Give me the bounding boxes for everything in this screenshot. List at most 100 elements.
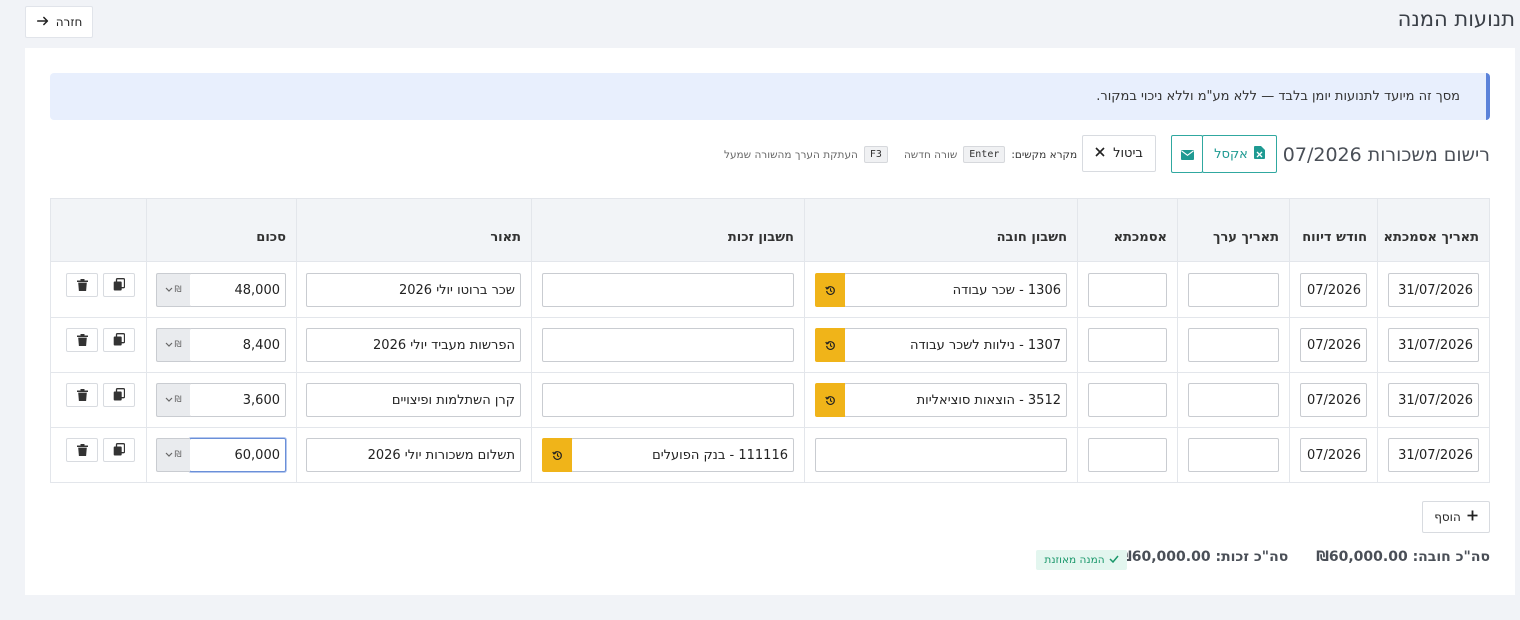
chevron-down-icon [165, 340, 173, 350]
shortcuts-title: מקרא מקשים: [1011, 148, 1078, 161]
currency-select[interactable]: ₪ [156, 383, 190, 417]
excel-export-button[interactable]: אקסל [1202, 135, 1277, 173]
description-field[interactable]: תשלום משכורות יולי 2026 [306, 438, 521, 472]
envelope-icon [1180, 145, 1194, 164]
currency-symbol: ₪ [174, 285, 182, 295]
file-excel-icon [1253, 145, 1265, 163]
header-value-date: תאריך ערך [1212, 230, 1279, 245]
reference-field[interactable] [1088, 273, 1167, 307]
value-date-field[interactable] [1188, 438, 1279, 472]
header-debit: חשבון חובה [996, 230, 1067, 245]
history-icon [824, 336, 836, 355]
copy-row-button[interactable] [103, 328, 135, 352]
doc-date-field[interactable]: 31/07/2026 [1388, 328, 1479, 362]
amount-field[interactable]: 60,000 [189, 438, 286, 472]
reference-field[interactable] [1088, 383, 1167, 417]
email-button[interactable] [1171, 135, 1203, 173]
credit-account-field[interactable] [542, 328, 794, 362]
cancel-label: ביטול [1113, 146, 1143, 161]
debit-lookup-button[interactable] [815, 273, 845, 307]
add-row-button[interactable]: הוסף [1422, 501, 1490, 533]
currency-select[interactable]: ₪ [156, 328, 190, 362]
copy-icon [113, 441, 126, 460]
debit-account-field[interactable] [815, 438, 1067, 472]
copy-icon [113, 276, 126, 295]
arrow-right-icon [36, 14, 50, 31]
amount-field[interactable]: 8,400 [189, 328, 286, 362]
header-doc-date: תאריך אסמכתא [1383, 230, 1479, 245]
currency-select[interactable]: ₪ [156, 273, 190, 307]
shortcut-new-row-label: שורה חדשה [903, 148, 958, 161]
total-debit: סה"כ חובה: ₪60,000.00 [1316, 549, 1490, 565]
currency-select[interactable]: ₪ [156, 438, 190, 472]
description-field[interactable]: קרן השתלמות ופיצויים [306, 383, 521, 417]
check-icon [1109, 554, 1119, 566]
debit-account-field[interactable]: 1307 - נילוות לשכר עבודה [844, 328, 1067, 362]
delete-row-button[interactable] [66, 328, 98, 352]
copy-row-button[interactable] [103, 438, 135, 462]
history-icon [824, 391, 836, 410]
total-credit-value: ₪60,000.00 [1119, 549, 1211, 565]
header-credit: חשבון זכות [727, 230, 794, 245]
doc-date-field[interactable]: 31/07/2026 [1388, 273, 1479, 307]
back-label: חזרה [55, 15, 83, 29]
delete-row-button[interactable] [66, 438, 98, 462]
delete-row-button[interactable] [66, 383, 98, 407]
balanced-label: המנה מאוזנת [1044, 554, 1105, 566]
header-reference: אסמכתא [1113, 230, 1167, 245]
back-button[interactable]: חזרה [25, 6, 93, 38]
doc-date-field[interactable]: 31/07/2026 [1388, 383, 1479, 417]
debit-account-field[interactable]: 1306 - שכר עבודה [844, 273, 1067, 307]
shortcut-key-f3: F3 [863, 146, 888, 163]
credit-account-field[interactable] [542, 383, 794, 417]
copy-icon [113, 386, 126, 405]
value-date-field[interactable] [1188, 328, 1279, 362]
trash-icon [76, 276, 88, 295]
trash-icon [76, 386, 88, 405]
chevron-down-icon [165, 395, 173, 405]
main-card: מסך זה מיועד לתנועות יומן בלבד — ללא מע"… [25, 48, 1515, 595]
currency-symbol: ₪ [174, 450, 182, 460]
cancel-button[interactable]: ביטול [1082, 135, 1156, 172]
period-field[interactable]: 07/2026 [1300, 383, 1367, 417]
history-icon [824, 281, 836, 300]
debit-account-field[interactable]: 3512 - הוצאות סוציאליות [844, 383, 1067, 417]
period-field[interactable]: 07/2026 [1300, 328, 1367, 362]
amount-field[interactable]: 48,000 [189, 273, 286, 307]
reference-field[interactable] [1088, 328, 1167, 362]
shortcut-copy-label: העתקת הערך מהשורה שמעל [724, 148, 858, 161]
header-description: תאור [490, 230, 521, 245]
credit-account-field[interactable]: 111116 - בנק הפועלים [571, 438, 794, 472]
description-field[interactable]: שכר ברוטו יולי 2026 [306, 273, 521, 307]
debit-lookup-button[interactable] [815, 328, 845, 362]
reference-field[interactable] [1088, 438, 1167, 472]
period-field[interactable]: 07/2026 [1300, 273, 1367, 307]
trash-icon [76, 441, 88, 460]
amount-field[interactable]: 3,600 [189, 383, 286, 417]
close-icon [1095, 146, 1105, 161]
total-credit-label: סה"כ זכות: [1215, 549, 1289, 565]
entries-table: תאריך אסמכתא חודש דיווח תאריך ערך אסמכתא… [50, 198, 1490, 483]
period-field[interactable]: 07/2026 [1300, 438, 1367, 472]
copy-row-button[interactable] [103, 273, 135, 297]
doc-date-field[interactable]: 31/07/2026 [1388, 438, 1479, 472]
value-date-field[interactable] [1188, 273, 1279, 307]
debit-lookup-button[interactable] [815, 383, 845, 417]
description-field[interactable]: הפרשות מעביד יולי 2026 [306, 328, 521, 362]
delete-row-button[interactable] [66, 273, 98, 297]
plus-icon [1467, 510, 1478, 524]
currency-symbol: ₪ [174, 395, 182, 405]
header-period: חודש דיווח [1302, 230, 1367, 245]
credit-lookup-button[interactable] [542, 438, 572, 472]
totals-summary: סה"כ חובה: ₪60,000.00 סה"כ זכות: ₪60,000… [1119, 549, 1490, 565]
balanced-badge: המנה מאוזנת [1036, 550, 1127, 570]
currency-symbol: ₪ [174, 340, 182, 350]
credit-account-field[interactable] [542, 273, 794, 307]
copy-icon [113, 331, 126, 350]
excel-label: אקסל [1214, 146, 1248, 162]
copy-row-button[interactable] [103, 383, 135, 407]
batch-title: רישום משכורות 07/2026 [1282, 144, 1490, 166]
info-alert: מסך זה מיועד לתנועות יומן בלבד — ללא מע"… [50, 73, 1490, 120]
value-date-field[interactable] [1188, 383, 1279, 417]
chevron-down-icon [165, 450, 173, 460]
